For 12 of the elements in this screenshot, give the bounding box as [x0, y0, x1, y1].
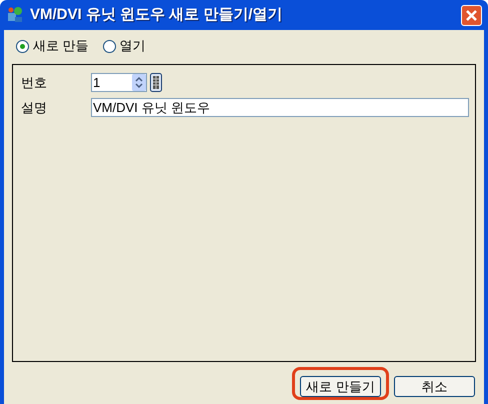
field-label: 설명	[21, 98, 48, 117]
close-button[interactable]	[461, 4, 482, 26]
number-spinner[interactable]: 1	[91, 73, 147, 92]
radio-option[interactable]: 새로 만들	[16, 36, 89, 56]
radio-option[interactable]: 열기	[102, 36, 146, 56]
dialog-button[interactable]: 새로 만들기	[300, 376, 381, 397]
window-title: VM/DVI 유닛 윈도우 새로 만들기/열기	[30, 4, 284, 25]
dialog-button[interactable]: 취소	[394, 376, 475, 397]
close-icon	[465, 8, 478, 22]
field-label: 번호	[21, 74, 48, 92]
grid-button-icon[interactable]	[150, 73, 162, 92]
description-field[interactable]: VM/DVI 유닛 윈도우	[91, 98, 469, 117]
